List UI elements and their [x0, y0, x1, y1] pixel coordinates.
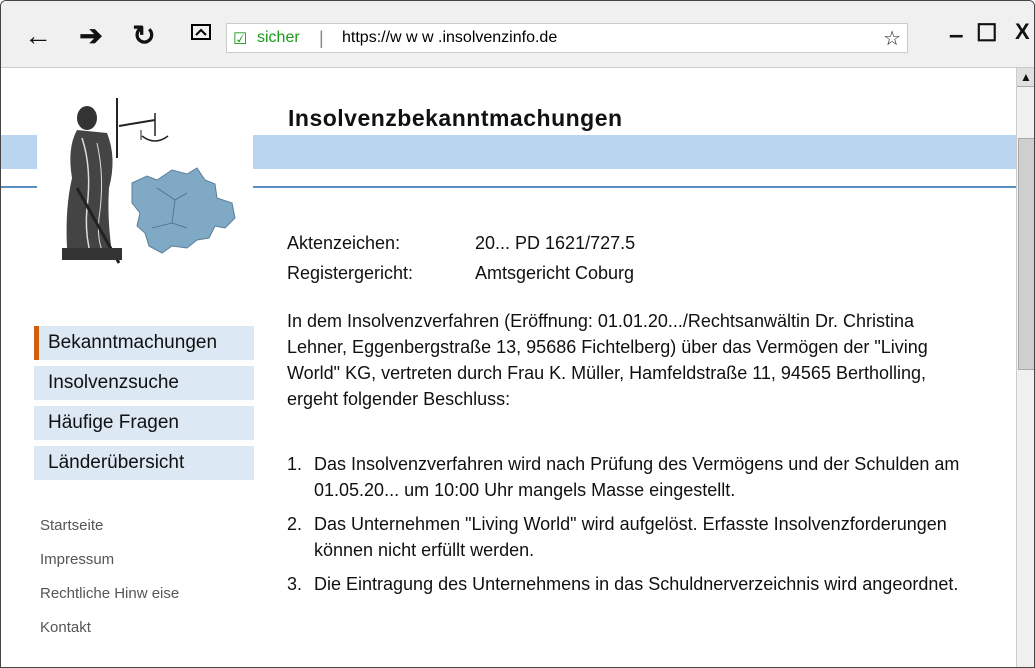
list-number: 3. [287, 574, 303, 594]
sidebar-nav: Bekanntmachungen Insolvenzsuche Häufige … [34, 326, 254, 486]
link-kontakt[interactable]: Kontakt [40, 618, 179, 652]
tab-overview-icon[interactable] [187, 21, 215, 51]
scroll-up-icon[interactable]: ▲ [1017, 68, 1034, 87]
bookmark-star-icon[interactable]: ☆ [883, 26, 901, 51]
tab-overview-svg [191, 24, 211, 40]
page-title: Insolvenzbekanntmachungen [288, 105, 623, 131]
browser-window: ← ➔ ↻ ☑ sicher | https://w w w .insolven… [0, 0, 1035, 668]
list-text: Das Unternehmen "Living World" wird aufg… [314, 514, 947, 560]
footer-links: Startseite Impressum Rechtliche Hinw eis… [40, 516, 179, 652]
list-number: 2. [287, 514, 303, 534]
address-bar[interactable]: ☑ sicher | https://w w w .insolvenzinfo.… [226, 23, 908, 53]
justitia-bavaria-logo-svg [62, 98, 236, 264]
forward-arrow-icon[interactable]: ➔ [76, 21, 106, 51]
link-startseite[interactable]: Startseite [40, 516, 179, 550]
meta-row: Aktenzeichen: 20... PD 1621/727.5 [287, 228, 635, 258]
reload-icon[interactable]: ↻ [129, 21, 159, 51]
list-text: Das Insolvenzverfahren wird nach Prüfung… [314, 454, 960, 500]
list-number: 1. [287, 454, 303, 474]
browser-toolbar: ← ➔ ↻ ☑ sicher | https://w w w .insolven… [1, 1, 1034, 68]
link-rechtliche-hinweise[interactable]: Rechtliche Hinw eise [40, 584, 179, 618]
justitia-logo [37, 88, 253, 278]
nav-item-laenderuebersicht[interactable]: Länderübersicht [34, 446, 254, 480]
case-metadata: Aktenzeichen: 20... PD 1621/727.5 Registe… [287, 228, 635, 288]
scrollbar-thumb[interactable] [1018, 138, 1034, 370]
secure-label: sicher [257, 29, 300, 46]
meta-value: Amtsgericht Coburg [475, 263, 635, 283]
nav-item-haeufige-fragen[interactable]: Häufige Fragen [34, 406, 254, 440]
address-separator: | [319, 28, 324, 48]
meta-value: 20... PD 1621/727.5 [475, 233, 636, 253]
maximize-button[interactable]: ☐ [976, 19, 998, 48]
meta-key: Aktenzeichen: [287, 233, 401, 253]
link-impressum[interactable]: Impressum [40, 550, 179, 584]
vertical-scrollbar[interactable]: ▲ [1016, 68, 1034, 667]
meta-row: Registergericht: Amtsgericht Coburg [287, 258, 635, 288]
page-content: Insolvenzbekanntmachungen Aktenzeichen: 2… [1, 68, 1016, 667]
secure-check-icon: ☑ [233, 31, 248, 48]
list-text: Die Eintragung des Unternehmens in das S… [314, 574, 959, 594]
minimize-button[interactable]: – [949, 19, 963, 50]
nav-item-insolvenzsuche[interactable]: Insolvenzsuche [34, 366, 254, 400]
decision-intro: In dem Insolvenzverfahren (Eröffnung: 01… [287, 311, 928, 409]
list-item: 3. Die Eintragung des Unternehmens in das… [287, 571, 987, 597]
nav-item-bekanntmachungen[interactable]: Bekanntmachungen [34, 326, 254, 360]
decision-list: 1. Das Insolvenzverfahren wird nach Prüfu… [287, 451, 987, 605]
list-item: 2. Das Unternehmen "Living World" wird au… [287, 511, 987, 563]
url-text[interactable]: https://w w w .insolvenzinfo.de [342, 29, 557, 47]
back-arrow-icon[interactable]: ← [23, 21, 53, 51]
meta-key: Registergericht: [287, 263, 414, 283]
close-button[interactable]: X [1015, 19, 1030, 45]
list-item: 1. Das Insolvenzverfahren wird nach Prüfu… [287, 451, 987, 503]
